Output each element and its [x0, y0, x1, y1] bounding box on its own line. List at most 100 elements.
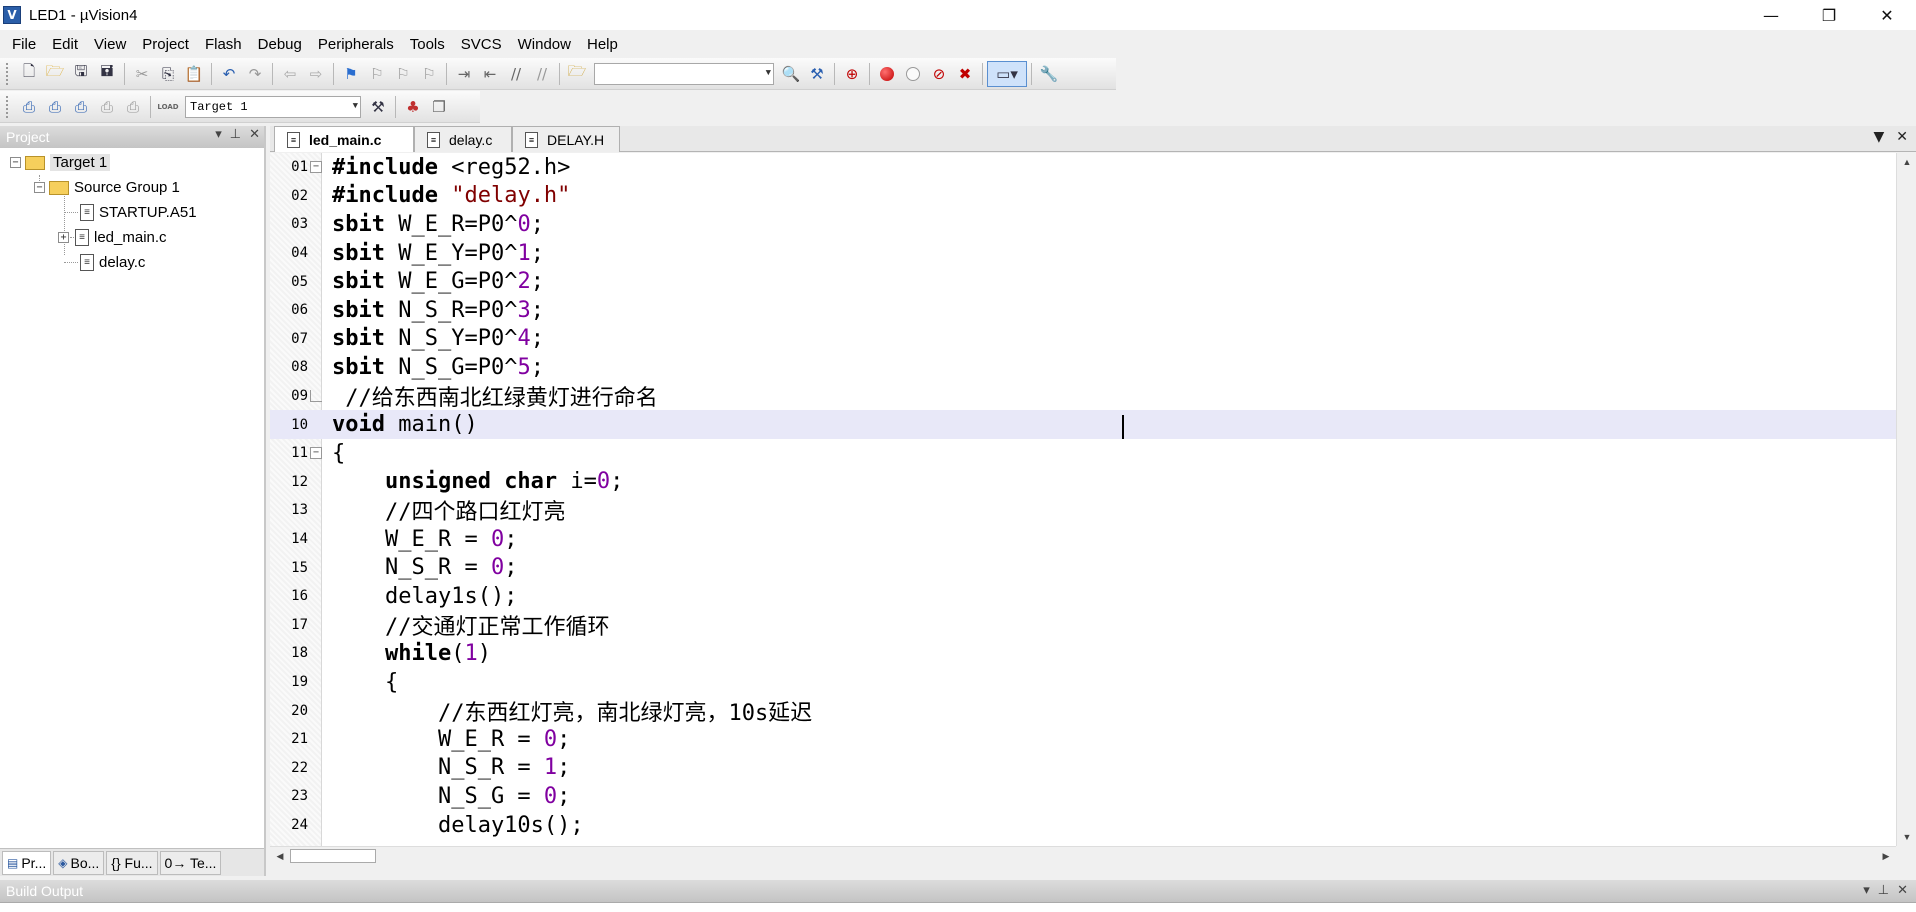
- tab-functions[interactable]: {} Fu...: [106, 850, 158, 875]
- code-line[interactable]: 06 sbit N_S_R=P0^3;: [270, 296, 1910, 325]
- configure-icon[interactable]: 🔧: [1036, 61, 1062, 87]
- tab-led-main-c[interactable]: ≡ led_main.c: [274, 126, 414, 152]
- navigate-back-icon[interactable]: ⇦: [277, 61, 303, 87]
- navigate-forward-icon[interactable]: ⇨: [303, 61, 329, 87]
- tab-delay-h[interactable]: ≡ DELAY.H: [512, 126, 620, 152]
- uncomment-icon[interactable]: //: [529, 61, 555, 87]
- tree-item-target[interactable]: − Target 1: [0, 150, 264, 175]
- code-line[interactable]: 01 − #include <reg52.h>: [270, 153, 1910, 182]
- code-line[interactable]: 24 delay10s();: [270, 811, 1910, 840]
- tree-item-file[interactable]: ≡ delay.c: [0, 250, 264, 275]
- collapse-icon[interactable]: −: [10, 157, 21, 168]
- tab-templates[interactable]: 0→ Te...: [159, 850, 222, 875]
- new-file-icon[interactable]: 🗋: [16, 61, 42, 87]
- bookmark-clear-icon[interactable]: ⚐: [416, 61, 442, 87]
- chevron-down-icon[interactable]: ▼: [1873, 129, 1884, 145]
- code-line[interactable]: 23 N_S_G = 0;: [270, 782, 1910, 811]
- scroll-down-icon[interactable]: ▼: [1897, 828, 1916, 846]
- tree-item-file[interactable]: + ≡ led_main.c: [0, 225, 264, 250]
- scroll-up-icon[interactable]: ▲: [1897, 153, 1916, 171]
- pin-icon[interactable]: ⊥: [1878, 883, 1889, 898]
- chevron-down-icon[interactable]: ▼: [766, 68, 771, 78]
- toolbar-grip[interactable]: [6, 62, 10, 85]
- close-button[interactable]: ✕: [1858, 0, 1916, 30]
- toolbar-grip[interactable]: [6, 95, 10, 118]
- code-line[interactable]: 16 delay1s();: [270, 582, 1910, 611]
- rebuild-icon[interactable]: ⎙: [68, 94, 94, 120]
- manage-components-icon[interactable]: ♣: [400, 94, 426, 120]
- panel-menu-icon[interactable]: ▾: [215, 127, 222, 142]
- code-line[interactable]: 21 W_E_R = 0;: [270, 725, 1910, 754]
- code-line[interactable]: 22 N_S_R = 1;: [270, 754, 1910, 783]
- code-line[interactable]: 17 //交通灯正常工作循环: [270, 611, 1910, 640]
- debug-session-icon[interactable]: ⊕: [839, 61, 865, 87]
- find-in-files-icon[interactable]: 🗁: [564, 61, 590, 87]
- code-line[interactable]: 19 {: [270, 668, 1910, 697]
- minimize-button[interactable]: —: [1742, 0, 1800, 30]
- bookmark-previous-icon[interactable]: ⚐: [364, 61, 390, 87]
- code-editor[interactable]: 01 − #include <reg52.h> 02 #include "del…: [270, 153, 1916, 846]
- code-line[interactable]: 04 sbit W_E_Y=P0^1;: [270, 239, 1910, 268]
- menu-file[interactable]: File: [4, 36, 44, 53]
- build-icon[interactable]: ⎙: [42, 94, 68, 120]
- tree-item-source-group[interactable]: − Source Group 1: [0, 175, 264, 200]
- scroll-left-icon[interactable]: ◀: [270, 847, 290, 865]
- batch-build-icon[interactable]: ⎙: [94, 94, 120, 120]
- find-icon[interactable]: 🔍: [778, 61, 804, 87]
- bookmark-next-icon[interactable]: ⚐: [390, 61, 416, 87]
- menu-svcs[interactable]: SVCS: [453, 36, 510, 53]
- tree-item-file[interactable]: ≡ STARTUP.A51: [0, 200, 264, 225]
- collapse-icon[interactable]: −: [34, 182, 45, 193]
- disable-all-breakpoints-icon[interactable]: ⊘: [926, 61, 952, 87]
- fold-collapse-icon[interactable]: −: [310, 161, 322, 174]
- vertical-scrollbar[interactable]: ▲ ▼: [1896, 153, 1916, 846]
- code-line[interactable]: 07 sbit N_S_Y=P0^4;: [270, 325, 1910, 354]
- menu-peripherals[interactable]: Peripherals: [310, 36, 402, 53]
- build-output-pane[interactable]: [0, 902, 1916, 912]
- comment-icon[interactable]: //: [503, 61, 529, 87]
- tab-books[interactable]: ◈ Bo...: [53, 850, 105, 875]
- code-line[interactable]: 14 W_E_R = 0;: [270, 525, 1910, 554]
- menu-flash[interactable]: Flash: [197, 36, 250, 53]
- file-extensions-icon[interactable]: ❐: [426, 94, 452, 120]
- menu-tools[interactable]: Tools: [402, 36, 453, 53]
- fold-collapse-icon[interactable]: −: [310, 447, 322, 460]
- chevron-down-icon[interactable]: ▼: [353, 101, 358, 111]
- expand-icon[interactable]: +: [58, 232, 69, 243]
- redo-icon[interactable]: ↷: [242, 61, 268, 87]
- find-combo[interactable]: ▼: [594, 62, 774, 85]
- panel-close-icon[interactable]: ✕: [249, 127, 260, 142]
- code-line[interactable]: 18 while(1): [270, 639, 1910, 668]
- cut-icon[interactable]: ✂: [129, 61, 155, 87]
- insert-breakpoint-icon[interactable]: [874, 61, 900, 87]
- restore-button[interactable]: ❐: [1800, 0, 1858, 30]
- panel-close-icon[interactable]: ✕: [1897, 883, 1908, 898]
- panel-menu-icon[interactable]: ▾: [1863, 883, 1870, 898]
- kill-all-breakpoints-icon[interactable]: ✖: [952, 61, 978, 87]
- bookmark-insert-icon[interactable]: ⚑: [338, 61, 364, 87]
- code-line[interactable]: 05 sbit W_E_G=P0^2;: [270, 267, 1910, 296]
- indent-icon[interactable]: ⇥: [451, 61, 477, 87]
- unindent-icon[interactable]: ⇤: [477, 61, 503, 87]
- horizontal-scrollbar[interactable]: ◀ ▶: [270, 846, 1896, 864]
- menu-view[interactable]: View: [86, 36, 134, 53]
- translate-icon[interactable]: ⎙: [16, 94, 42, 120]
- copy-icon[interactable]: ⎘: [155, 61, 181, 87]
- menu-window[interactable]: Window: [510, 36, 579, 53]
- code-line-current[interactable]: 10 void main(): [270, 410, 1910, 439]
- close-icon[interactable]: ✕: [1896, 129, 1908, 145]
- code-line[interactable]: 08 sbit N_S_G=P0^5;: [270, 353, 1910, 382]
- save-all-icon[interactable]: 🖬: [94, 61, 120, 87]
- download-icon[interactable]: LOAD: [155, 94, 181, 120]
- scroll-thumb[interactable]: [290, 849, 376, 863]
- menu-edit[interactable]: Edit: [44, 36, 86, 53]
- code-line[interactable]: 11 − {: [270, 439, 1910, 468]
- code-line[interactable]: 09 //给东西南北红绿黄灯进行命名: [270, 382, 1910, 411]
- tab-project[interactable]: ▤ Pr...: [2, 850, 52, 875]
- undo-icon[interactable]: ↶: [216, 61, 242, 87]
- open-file-icon[interactable]: 🗁: [42, 61, 68, 87]
- code-line[interactable]: 15 N_S_R = 0;: [270, 553, 1910, 582]
- code-line[interactable]: 20 //东西红灯亮，南北绿灯亮，10s延迟: [270, 696, 1910, 726]
- menu-debug[interactable]: Debug: [250, 36, 310, 53]
- code-line[interactable]: 12 unsigned char i=0;: [270, 468, 1910, 497]
